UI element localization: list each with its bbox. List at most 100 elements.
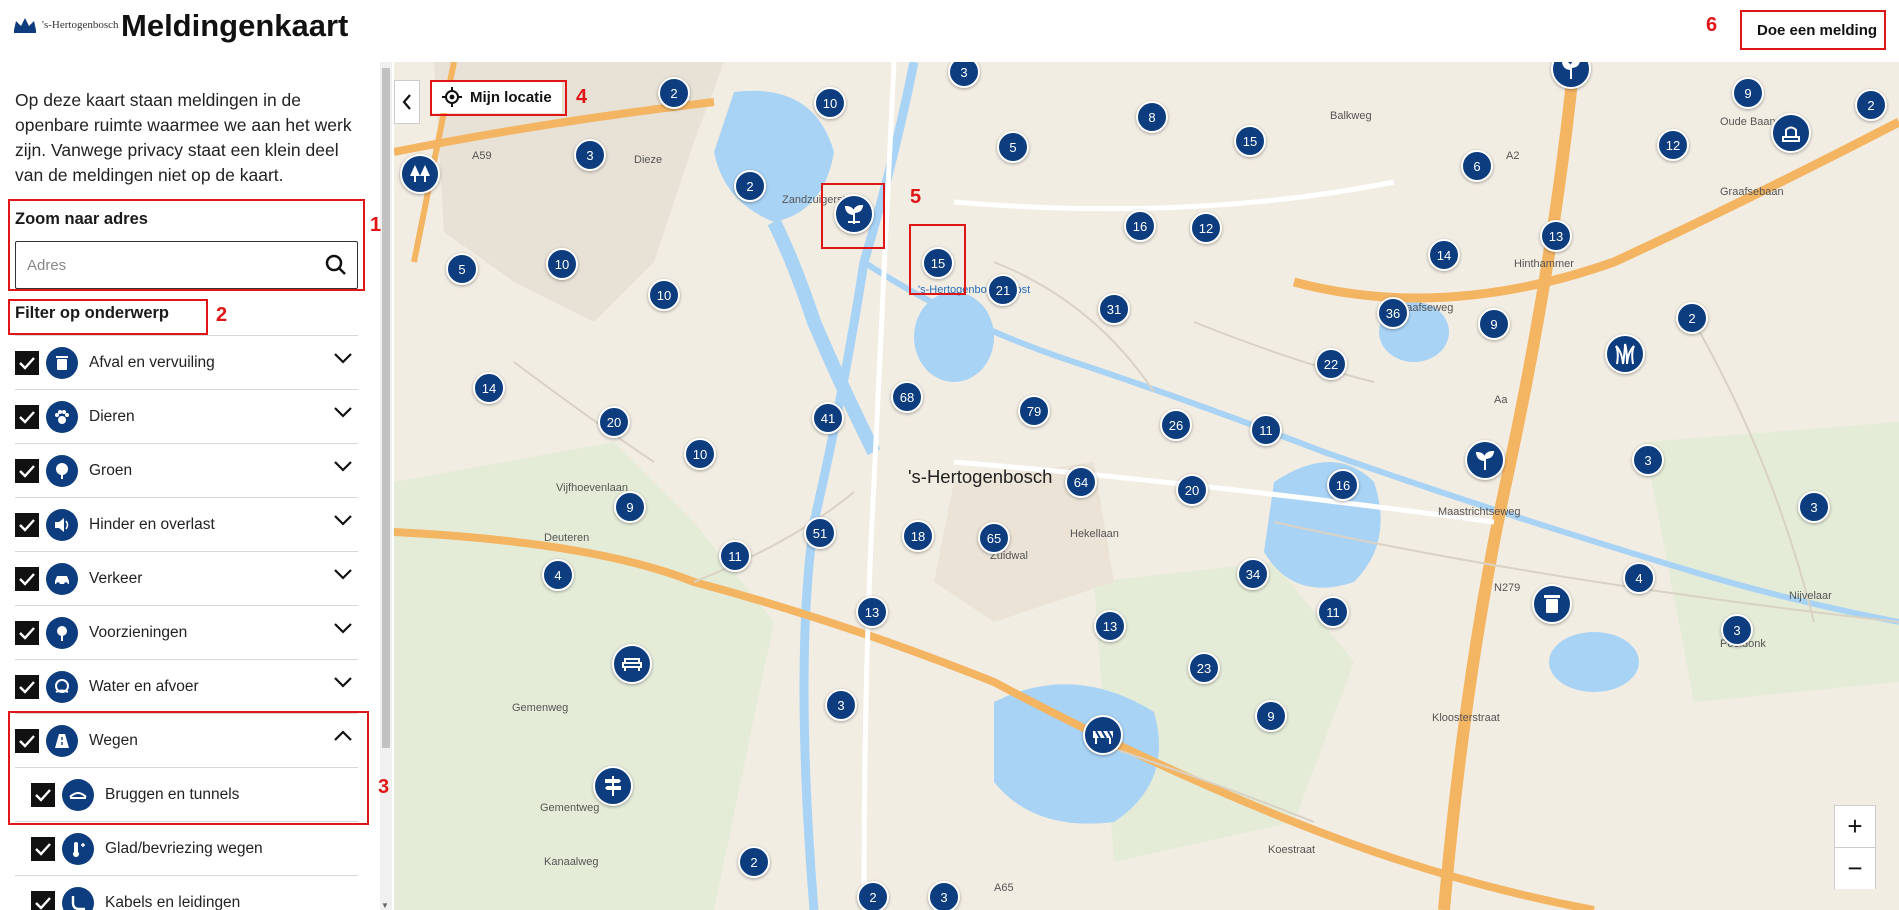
cluster-marker[interactable]: 3 <box>1798 491 1830 523</box>
cluster-marker[interactable]: 14 <box>473 372 505 404</box>
checkbox[interactable] <box>31 890 55 910</box>
cluster-marker[interactable]: 41 <box>812 402 844 434</box>
cluster-marker[interactable]: 14 <box>1428 239 1460 271</box>
grass-marker[interactable] <box>1605 334 1645 374</box>
city-logo[interactable]: 's-Hertogenbosch <box>12 16 119 34</box>
chevron-down-icon[interactable] <box>333 676 353 688</box>
cluster-marker[interactable]: 23 <box>1188 652 1220 684</box>
cluster-marker[interactable]: 9 <box>1478 308 1510 340</box>
cluster-marker[interactable]: 2 <box>734 170 766 202</box>
sprout-marker[interactable] <box>1465 440 1505 480</box>
cluster-marker[interactable]: 10 <box>546 248 578 280</box>
checkbox[interactable] <box>15 566 39 591</box>
map[interactable]: Mijn locatie 's-Hertogenbosch Zandzuiger… <box>394 62 1899 910</box>
cluster-marker[interactable]: 3 <box>574 139 606 171</box>
cluster-marker[interactable]: 10 <box>814 87 846 119</box>
cluster-marker[interactable]: 3 <box>928 881 960 910</box>
cluster-marker[interactable]: 2 <box>857 881 889 910</box>
filter-hinder[interactable]: Hinder en overlast <box>15 497 358 551</box>
cluster-marker[interactable]: 79 <box>1018 395 1050 427</box>
cluster-marker[interactable]: 11 <box>1250 414 1282 446</box>
trash-marker[interactable] <box>1532 584 1572 624</box>
checkbox[interactable] <box>15 728 39 753</box>
zoom-out-button[interactable]: − <box>1835 848 1875 889</box>
subfilter-glad[interactable]: Glad/bevriezing wegen <box>15 821 358 875</box>
filter-wegen[interactable]: Wegen <box>15 713 358 767</box>
cluster-marker[interactable]: 2 <box>738 846 770 878</box>
chevron-down-icon[interactable] <box>333 406 353 418</box>
chevron-up-icon[interactable] <box>333 730 353 742</box>
cluster-marker[interactable]: 3 <box>825 689 857 721</box>
cluster-marker[interactable]: 4 <box>542 559 574 591</box>
roadblock-marker[interactable] <box>1083 715 1123 755</box>
search-icon[interactable] <box>325 254 347 276</box>
cluster-marker[interactable]: 18 <box>902 520 934 552</box>
scroll-down-arrow[interactable]: ▼ <box>381 901 389 910</box>
cluster-marker[interactable]: 13 <box>1094 610 1126 642</box>
chevron-down-icon[interactable] <box>333 460 353 472</box>
checkbox[interactable] <box>15 458 39 483</box>
cluster-marker[interactable]: 12 <box>1657 129 1689 161</box>
cluster-marker[interactable]: 9 <box>1732 77 1764 109</box>
checkbox[interactable] <box>15 620 39 645</box>
checkbox[interactable] <box>31 836 55 861</box>
cluster-marker[interactable]: 22 <box>1315 348 1347 380</box>
signpost-marker[interactable] <box>593 766 633 806</box>
cluster-marker[interactable]: 64 <box>1065 466 1097 498</box>
address-input[interactable] <box>16 256 306 274</box>
subfilter-kabels[interactable]: Kabels en leidingen <box>15 875 358 910</box>
cluster-marker[interactable]: 2 <box>658 77 690 109</box>
checkbox[interactable] <box>15 674 39 699</box>
cluster-marker[interactable]: 9 <box>614 491 646 523</box>
zoom-in-button[interactable]: + <box>1835 806 1875 847</box>
checkbox[interactable] <box>15 512 39 537</box>
cluster-marker[interactable]: 20 <box>598 406 630 438</box>
fountain-marker[interactable] <box>1771 113 1811 153</box>
tree-marker[interactable] <box>400 154 440 194</box>
cluster-marker[interactable]: 2 <box>1855 89 1887 121</box>
cluster-marker[interactable]: 15 <box>1234 125 1266 157</box>
cluster-marker[interactable]: 16 <box>1327 469 1359 501</box>
cluster-marker[interactable]: 51 <box>804 517 836 549</box>
cluster-marker[interactable]: 11 <box>1317 596 1349 628</box>
cluster-marker[interactable]: 21 <box>987 274 1019 306</box>
cluster-marker[interactable]: 10 <box>648 279 680 311</box>
cluster-marker[interactable]: 10 <box>684 438 716 470</box>
filter-afval[interactable]: Afval en vervuiling <box>15 335 358 389</box>
cluster-marker[interactable]: 15 <box>922 247 954 279</box>
filter-water[interactable]: Water en afvoer <box>15 659 358 713</box>
cluster-marker[interactable]: 26 <box>1160 409 1192 441</box>
cluster-marker[interactable]: 2 <box>1676 302 1708 334</box>
checkbox[interactable] <box>31 782 55 807</box>
checkbox[interactable] <box>15 404 39 429</box>
cluster-marker[interactable]: 9 <box>1255 700 1287 732</box>
filter-groen[interactable]: Groen <box>15 443 358 497</box>
cluster-marker[interactable]: 11 <box>719 540 751 572</box>
cluster-marker[interactable]: 12 <box>1190 212 1222 244</box>
cluster-marker[interactable]: 36 <box>1377 297 1409 329</box>
filter-verkeer[interactable]: Verkeer <box>15 551 358 605</box>
checkbox[interactable] <box>15 350 39 375</box>
cluster-marker[interactable]: 5 <box>446 253 478 285</box>
collapse-sidebar-button[interactable] <box>394 80 420 124</box>
subfilter-bruggen[interactable]: Bruggen en tunnels <box>15 767 358 821</box>
chevron-down-icon[interactable] <box>333 568 353 580</box>
chevron-down-icon[interactable] <box>333 514 353 526</box>
cluster-marker[interactable]: 13 <box>1540 220 1572 252</box>
scrollbar-thumb[interactable] <box>382 68 390 748</box>
report-button[interactable]: Doe een melding <box>1745 14 1890 47</box>
cluster-marker[interactable]: 20 <box>1176 474 1208 506</box>
cluster-marker[interactable]: 16 <box>1124 210 1156 242</box>
cluster-marker[interactable]: 13 <box>856 596 888 628</box>
cluster-marker[interactable]: 6 <box>1461 150 1493 182</box>
cluster-marker[interactable]: 34 <box>1237 558 1269 590</box>
cluster-marker[interactable]: 3 <box>1721 614 1753 646</box>
my-location-button[interactable]: Mijn locatie <box>432 81 562 113</box>
cluster-marker[interactable]: 8 <box>1136 101 1168 133</box>
cluster-marker[interactable]: 31 <box>1098 293 1130 325</box>
cluster-marker[interactable]: 5 <box>997 131 1029 163</box>
cluster-marker[interactable]: 65 <box>978 522 1010 554</box>
cluster-marker[interactable]: 3 <box>1632 444 1664 476</box>
chevron-down-icon[interactable] <box>333 622 353 634</box>
cluster-marker[interactable]: 68 <box>891 381 923 413</box>
